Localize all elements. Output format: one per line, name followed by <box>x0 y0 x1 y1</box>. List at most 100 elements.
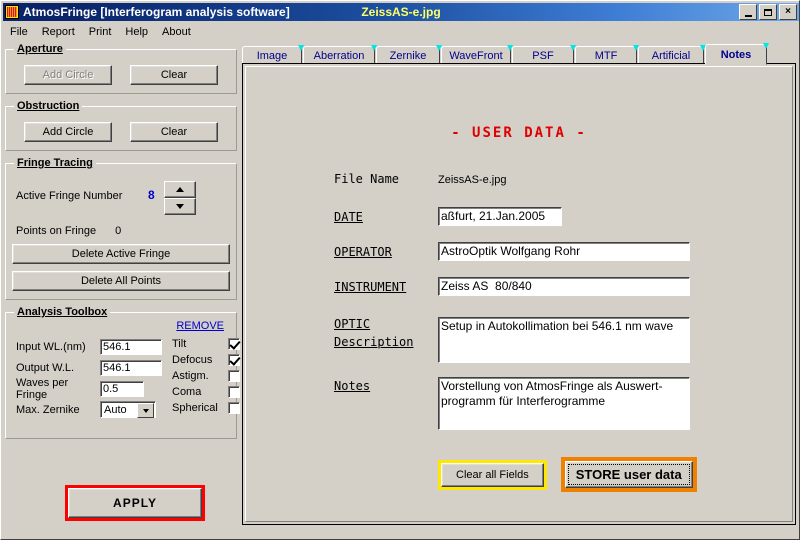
obstruction-group: Obstruction Add Circle Clear <box>5 100 237 151</box>
store-user-data-highlight: STORE user data <box>560 457 697 492</box>
interferogram-app-icon <box>5 5 19 19</box>
aperture-group: Aperture Add Circle Clear <box>5 43 237 94</box>
menu-bar: File Report Print Help About <box>3 23 799 40</box>
checkbox-defocus[interactable] <box>228 354 240 366</box>
active-fringe-row: Active Fringe Number 8 - + <box>12 173 333 225</box>
file-name-value: ZeissAS-e.jpg <box>438 174 507 186</box>
triangle-down-icon <box>176 204 184 209</box>
aperture-add-circle-button[interactable]: Add Circle <box>24 65 112 85</box>
checkbox-label-tilt: Tilt <box>172 338 187 350</box>
chevron-down-icon[interactable] <box>137 403 154 418</box>
app-title: AtmosFringe [Interferogram analysis soft… <box>23 5 290 19</box>
output-wl-label: Output W.L. <box>16 361 75 374</box>
apply-button[interactable]: APPLY <box>68 488 202 518</box>
notes-page: - USER DATA - File Name ZeissAS-e.jpg DA… <box>245 66 793 522</box>
clear-all-fields-button[interactable]: Clear all Fields <box>441 462 544 487</box>
date-input[interactable]: aßfurt, 21.Jan.2005 <box>438 207 562 226</box>
operator-input[interactable]: AstroOptik Wolfgang Rohr <box>438 242 690 261</box>
checkbox-row-coma[interactable]: Coma <box>172 384 242 400</box>
notes-label: Notes <box>334 379 371 393</box>
remove-link[interactable]: REMOVE <box>176 320 224 332</box>
fringe-spinner: - + <box>164 173 333 225</box>
close-icon: × <box>785 6 791 17</box>
points-on-fringe-label: Points on Fringe <box>16 225 97 237</box>
menu-print[interactable]: Print <box>82 25 119 39</box>
input-wl-row: Input WL.(nm) 546.1 <box>16 336 162 357</box>
maximize-icon <box>760 5 776 19</box>
notes-action-buttons: Clear all Fields STORE user data <box>438 457 697 492</box>
minimize-button[interactable] <box>739 4 757 20</box>
menu-about[interactable]: About <box>155 25 198 39</box>
application-window: AtmosFringe [Interferogram analysis soft… <box>0 0 800 540</box>
left-control-panel: Aperture Add Circle Clear Obstruction Ad… <box>5 43 333 445</box>
max-zernike-value: Auto <box>104 403 127 416</box>
input-wl-label: Input WL.(nm) <box>16 340 86 353</box>
clear-all-fields-highlight: Clear all Fields <box>438 459 547 490</box>
obstruction-legend: Obstruction <box>17 100 80 112</box>
waves-per-fringe-row: Waves per Fringe 0.5 <box>16 376 162 401</box>
checkbox-astigm[interactable] <box>228 370 240 382</box>
operator-label: OPERATOR <box>334 245 392 259</box>
checkbox-row-spherical[interactable]: Spherical <box>172 400 242 416</box>
minimize-icon <box>740 5 756 19</box>
instrument-input[interactable]: Zeiss AS 80/840 <box>438 277 690 296</box>
active-fringe-value: 8 <box>148 188 155 202</box>
max-zernike-label: Max. Zernike <box>16 403 80 416</box>
maximize-button[interactable] <box>759 4 777 20</box>
waves-per-fringe-label: Waves per Fringe <box>16 376 69 401</box>
delete-all-points-button[interactable]: Delete All Points <box>12 271 230 291</box>
waves-per-fringe-field[interactable]: 0.5 <box>100 380 144 397</box>
apply-button-highlight: APPLY <box>65 485 205 521</box>
max-zernike-row: Max. Zernike Auto <box>16 399 162 420</box>
analysis-toolbox-legend: Analysis Toolbox <box>17 306 108 318</box>
points-on-fringe-row: Points on Fringe 0 <box>12 225 230 237</box>
optic-label-line2: Description <box>334 335 414 349</box>
analysis-toolbox-group: Analysis Toolbox REMOVE Input WL.(nm) 54… <box>5 306 240 439</box>
menu-file[interactable]: File <box>3 25 35 39</box>
tab-notes[interactable]: Notes <box>705 44 767 65</box>
points-on-fringe-value: 0 <box>115 225 122 237</box>
active-fringe-label: Active Fringe Number <box>16 190 123 202</box>
store-user-data-button[interactable]: STORE user data <box>564 461 693 488</box>
tab-strip: Image Aberration Zernike WaveFront PSF M… <box>242 43 796 65</box>
delete-active-fringe-button[interactable]: Delete Active Fringe <box>12 244 230 264</box>
checkbox-row-astigm[interactable]: Astigm. <box>172 368 242 384</box>
fringe-tracing-group: Fringe Tracing Active Fringe Number 8 - … <box>5 157 333 300</box>
right-tab-panel: Image Aberration Zernike WaveFront PSF M… <box>242 43 796 528</box>
spinner-up-button[interactable] <box>164 181 196 198</box>
spinner-down-button[interactable] <box>164 198 196 215</box>
checkbox-coma[interactable] <box>228 386 240 398</box>
max-zernike-select[interactable]: Auto <box>100 401 156 418</box>
title-bar: AtmosFringe [Interferogram analysis soft… <box>3 3 799 21</box>
checkbox-label-astigm: Astigm. <box>172 370 209 382</box>
instrument-label: INSTRUMENT <box>334 280 407 294</box>
checkbox-tilt[interactable] <box>228 338 240 350</box>
toolbox-fields: Input WL.(nm) 546.1 Output W.L. 546.1 Wa… <box>16 336 162 420</box>
checkbox-row-tilt[interactable]: Tilt <box>172 336 242 352</box>
focus-ring <box>567 464 690 485</box>
window-controls: × <box>739 4 797 20</box>
fringe-tracing-legend: Fringe Tracing <box>17 157 93 169</box>
checkbox-label-defocus: Defocus <box>172 354 213 366</box>
date-label: DATE <box>334 210 363 224</box>
menu-help[interactable]: Help <box>118 25 155 39</box>
checkbox-label-coma: Coma <box>172 386 202 398</box>
obstruction-clear-button[interactable]: Clear <box>130 122 218 142</box>
user-data-heading: - USER DATA - <box>451 125 587 141</box>
file-name-label: File Name <box>334 172 400 186</box>
aperture-clear-button[interactable]: Clear <box>130 65 218 85</box>
checkbox-spherical[interactable] <box>228 402 240 414</box>
menu-report[interactable]: Report <box>35 25 82 39</box>
notes-textarea[interactable]: Vorstellung von AtmosFringe als Auswert-… <box>438 377 690 430</box>
optic-description-textarea[interactable]: Setup in Autokollimation bei 546.1 nm wa… <box>438 317 690 363</box>
aperture-legend: Aperture <box>17 43 63 55</box>
output-wl-field[interactable]: 546.1 <box>100 359 162 376</box>
checkbox-label-spherical: Spherical <box>172 402 218 414</box>
output-wl-row: Output W.L. 546.1 <box>16 357 162 378</box>
tab-content-frame: - USER DATA - File Name ZeissAS-e.jpg DA… <box>242 63 796 525</box>
input-wl-field[interactable]: 546.1 <box>100 338 162 355</box>
obstruction-add-circle-button[interactable]: Add Circle <box>24 122 112 142</box>
checkbox-row-defocus[interactable]: Defocus <box>172 352 242 368</box>
close-button[interactable]: × <box>779 4 797 20</box>
triangle-up-icon <box>176 187 184 192</box>
